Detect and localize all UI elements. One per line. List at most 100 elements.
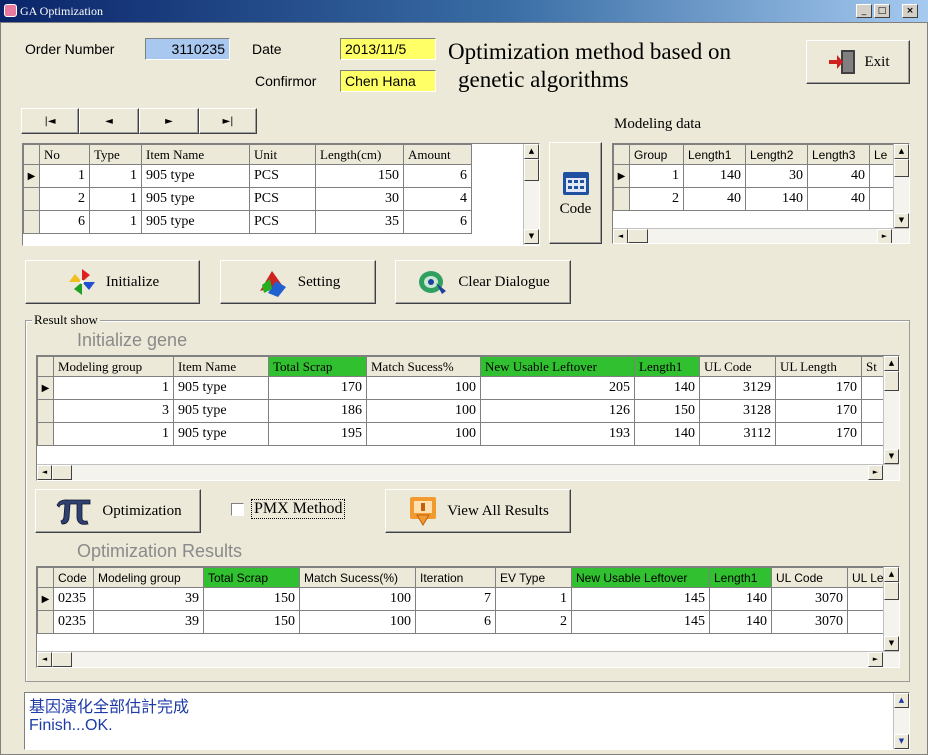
- code-button[interactable]: Code: [549, 142, 602, 244]
- table-cell[interactable]: 170: [775, 376, 862, 400]
- table-cell[interactable]: 1: [39, 164, 90, 188]
- column-header[interactable]: Length2: [745, 144, 808, 165]
- table-cell[interactable]: 1: [89, 164, 142, 188]
- column-header[interactable]: Iteration: [415, 567, 496, 588]
- scroll-right-icon[interactable]: ►: [868, 652, 883, 667]
- modeling-grid[interactable]: Group Length1 Length2 Length3 Le ▶ 1 140…: [612, 143, 910, 244]
- table-cell[interactable]: 150: [203, 610, 300, 634]
- close-button[interactable]: ×: [902, 4, 918, 18]
- table-cell[interactable]: 6: [415, 610, 496, 634]
- column-header[interactable]: EV Type: [495, 567, 572, 588]
- table-cell[interactable]: 35: [315, 210, 404, 234]
- table-cell[interactable]: 3128: [699, 399, 776, 423]
- initialize-gene-vscroll[interactable]: ▲ ▼: [883, 356, 899, 464]
- maximize-button[interactable]: □: [874, 4, 890, 18]
- scroll-up-icon[interactable]: ▲: [884, 356, 899, 371]
- table-cell[interactable]: 6: [39, 210, 90, 234]
- table-row[interactable]: ▶ 1 140 30 40 1: [613, 164, 909, 188]
- column-header[interactable]: Type: [89, 144, 142, 165]
- scroll-thumb[interactable]: [884, 371, 899, 391]
- dialogue-console[interactable]: 基因演化全部估計完成 Finish...OK. ▲ ▼: [24, 692, 910, 750]
- table-cell[interactable]: 39: [93, 610, 204, 634]
- optimization-results-grid[interactable]: Code Modeling group Total Scrap Match Su…: [36, 566, 900, 668]
- nav-first-button[interactable]: |◄: [21, 108, 79, 134]
- table-row[interactable]: ▶ 1 905 type 170 100 205 140 3129 170: [37, 376, 899, 400]
- column-header[interactable]: Length1: [683, 144, 746, 165]
- table-cell[interactable]: 145: [571, 610, 710, 634]
- scroll-down-icon[interactable]: ▼: [894, 734, 909, 749]
- column-header[interactable]: Code: [53, 567, 94, 588]
- table-cell[interactable]: 905 type: [173, 399, 269, 423]
- date-field[interactable]: 2013/11/5: [340, 38, 436, 60]
- table-cell[interactable]: 3: [53, 399, 174, 423]
- exit-button[interactable]: Exit: [806, 40, 910, 84]
- column-header[interactable]: Length3: [807, 144, 870, 165]
- table-cell[interactable]: 1: [89, 187, 142, 211]
- table-cell[interactable]: 1: [53, 376, 174, 400]
- table-cell[interactable]: 170: [775, 399, 862, 423]
- column-header[interactable]: UL Code: [699, 356, 776, 377]
- column-header[interactable]: Length(cm): [315, 144, 404, 165]
- table-cell[interactable]: 100: [299, 587, 416, 611]
- initialize-gene-hscroll[interactable]: ◄ ►: [37, 464, 899, 480]
- table-cell[interactable]: PCS: [249, 164, 316, 188]
- nav-next-button[interactable]: ►: [139, 108, 199, 134]
- initialize-gene-grid[interactable]: Modeling group Item Name Total Scrap Mat…: [36, 355, 900, 481]
- table-cell[interactable]: 40: [683, 187, 746, 211]
- table-cell[interactable]: 0235: [53, 610, 94, 634]
- table-cell[interactable]: PCS: [249, 187, 316, 211]
- table-cell[interactable]: 145: [571, 587, 710, 611]
- scroll-down-icon[interactable]: ▼: [524, 229, 539, 244]
- scroll-thumb[interactable]: [52, 465, 72, 480]
- table-cell[interactable]: 3112: [699, 422, 776, 446]
- column-header[interactable]: UL Length: [775, 356, 862, 377]
- column-header[interactable]: Group: [629, 144, 684, 165]
- table-cell[interactable]: 7: [415, 587, 496, 611]
- column-header[interactable]: Length1: [634, 356, 700, 377]
- pmx-checkbox[interactable]: [231, 503, 244, 516]
- table-row[interactable]: ▶ 1 1 905 type PCS 150 6: [23, 164, 472, 188]
- table-cell[interactable]: 905 type: [141, 164, 250, 188]
- table-cell[interactable]: 140: [745, 187, 808, 211]
- scroll-down-icon[interactable]: ▼: [884, 449, 899, 464]
- scroll-thumb[interactable]: [524, 159, 539, 181]
- view-all-results-button[interactable]: View All Results: [385, 489, 571, 533]
- setting-button[interactable]: Setting: [220, 260, 376, 304]
- scroll-left-icon[interactable]: ◄: [613, 229, 628, 243]
- table-cell[interactable]: 39: [93, 587, 204, 611]
- table-cell[interactable]: 4: [403, 187, 472, 211]
- table-cell[interactable]: 195: [268, 422, 367, 446]
- scroll-down-icon[interactable]: ▼: [884, 636, 899, 651]
- column-header[interactable]: Item Name: [173, 356, 269, 377]
- column-header[interactable]: Unit: [249, 144, 316, 165]
- optimization-button[interactable]: Optimization: [35, 489, 201, 533]
- table-cell[interactable]: 1: [53, 422, 174, 446]
- column-header[interactable]: Modeling group: [93, 567, 204, 588]
- scroll-right-icon[interactable]: ►: [868, 465, 883, 480]
- scroll-up-icon[interactable]: ▲: [894, 144, 909, 159]
- table-row[interactable]: ▶ 0235 39 150 100 7 1 145 140 3070: [37, 587, 899, 611]
- optimization-results-hscroll[interactable]: ◄ ►: [37, 651, 899, 667]
- table-cell[interactable]: 0235: [53, 587, 94, 611]
- table-cell[interactable]: 2: [495, 610, 572, 634]
- minimize-button[interactable]: _: [856, 4, 872, 18]
- table-cell[interactable]: 100: [299, 610, 416, 634]
- table-cell[interactable]: 150: [203, 587, 300, 611]
- table-cell[interactable]: 205: [480, 376, 635, 400]
- table-cell[interactable]: 3129: [699, 376, 776, 400]
- column-header[interactable]: UL Code: [771, 567, 848, 588]
- table-row[interactable]: 1 905 type 195 100 193 140 3112 170: [37, 422, 899, 446]
- column-header[interactable]: New Usable Leftover: [571, 567, 710, 588]
- table-cell[interactable]: 40: [807, 164, 870, 188]
- table-cell[interactable]: PCS: [249, 210, 316, 234]
- table-cell[interactable]: 140: [634, 376, 700, 400]
- table-cell[interactable]: 193: [480, 422, 635, 446]
- modeling-hscroll[interactable]: ◄ ►: [613, 228, 909, 243]
- table-cell[interactable]: 905 type: [173, 422, 269, 446]
- column-header[interactable]: New Usable Leftover: [480, 356, 635, 377]
- table-cell[interactable]: 905 type: [173, 376, 269, 400]
- table-cell[interactable]: 186: [268, 399, 367, 423]
- column-header[interactable]: Amount: [403, 144, 472, 165]
- table-row[interactable]: 3 905 type 186 100 126 150 3128 170: [37, 399, 899, 423]
- column-header[interactable]: Total Scrap: [203, 567, 300, 588]
